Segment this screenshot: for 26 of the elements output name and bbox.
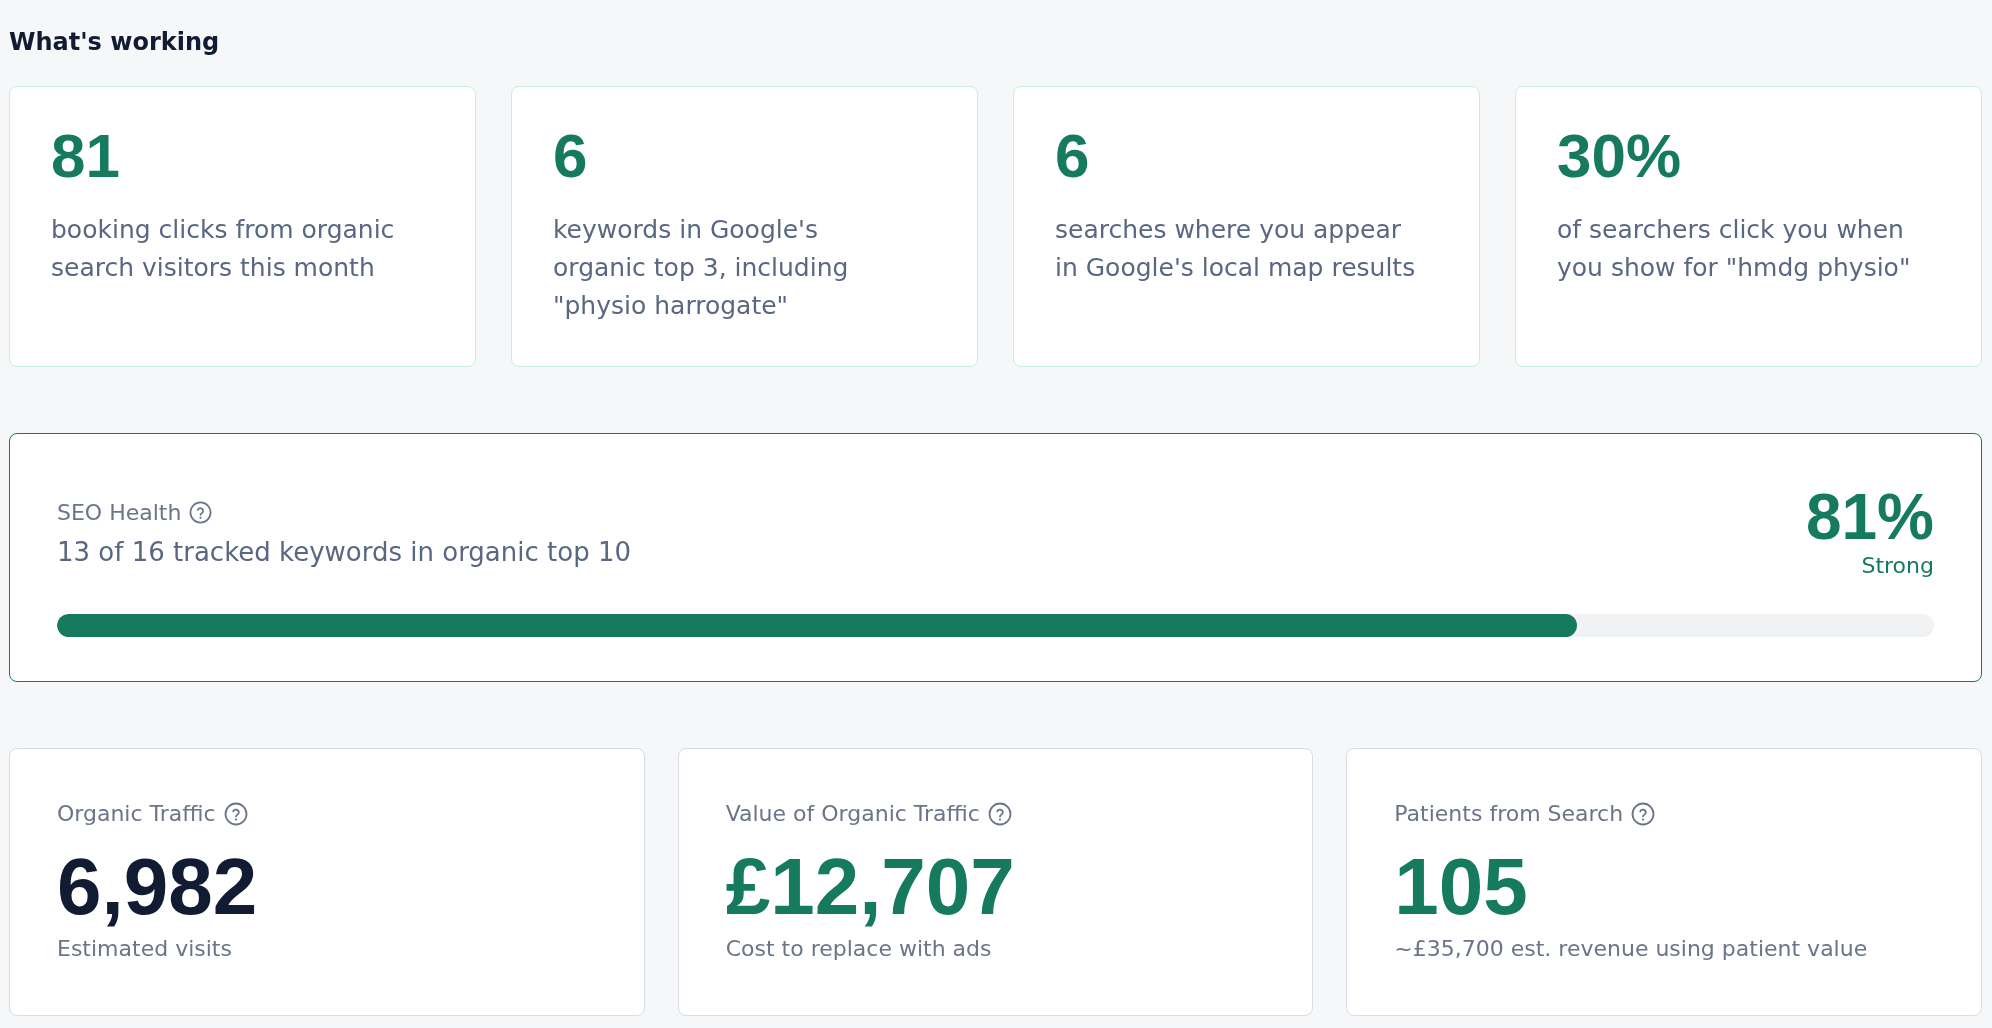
metric-value: 105: [1394, 848, 1528, 926]
metric-value: 6,982: [57, 848, 258, 926]
metric-value: £12,707: [725, 848, 1015, 926]
metric-note: Estimated visits: [57, 935, 232, 963]
seo-health-label: SEO Health: [57, 499, 182, 527]
seo-health-score: 81%: [1805, 486, 1934, 548]
metric-note: ~£35,700 est. revenue using patient value: [1394, 935, 1868, 963]
metric-label: Organic Traffic: [57, 800, 216, 828]
highlight-description: booking clicks from organic search visitors this month: [51, 214, 396, 284]
metric-note: Cost to replace with ads: [725, 935, 992, 963]
highlight-description: keywords in Google's organic top 3, including "physio harrogate": [553, 214, 850, 322]
highlight-description: searches where you appear in Google's local map results: [1055, 214, 1417, 284]
highlight-description: of searchers click you when you show for "hmdg physio": [1557, 214, 1912, 284]
help-icon[interactable]: [223, 801, 248, 826]
section-title: What's working: [9, 27, 220, 58]
metric-label: Value of Organic Traffic: [725, 800, 980, 828]
help-icon[interactable]: [189, 501, 213, 524]
metric-label: Patients from Search: [1394, 800, 1624, 828]
highlight-value: 81: [51, 125, 120, 187]
highlight-value: 6: [553, 125, 588, 187]
help-icon[interactable]: [987, 801, 1012, 826]
seo-health-summary: 13 of 16 tracked keywords in organic top 10: [57, 536, 632, 569]
help-icon[interactable]: [1631, 801, 1656, 826]
seo-health-rating: Strong: [1861, 552, 1934, 580]
highlight-value: 6: [1055, 125, 1090, 187]
highlight-value: 30%: [1557, 125, 1682, 187]
